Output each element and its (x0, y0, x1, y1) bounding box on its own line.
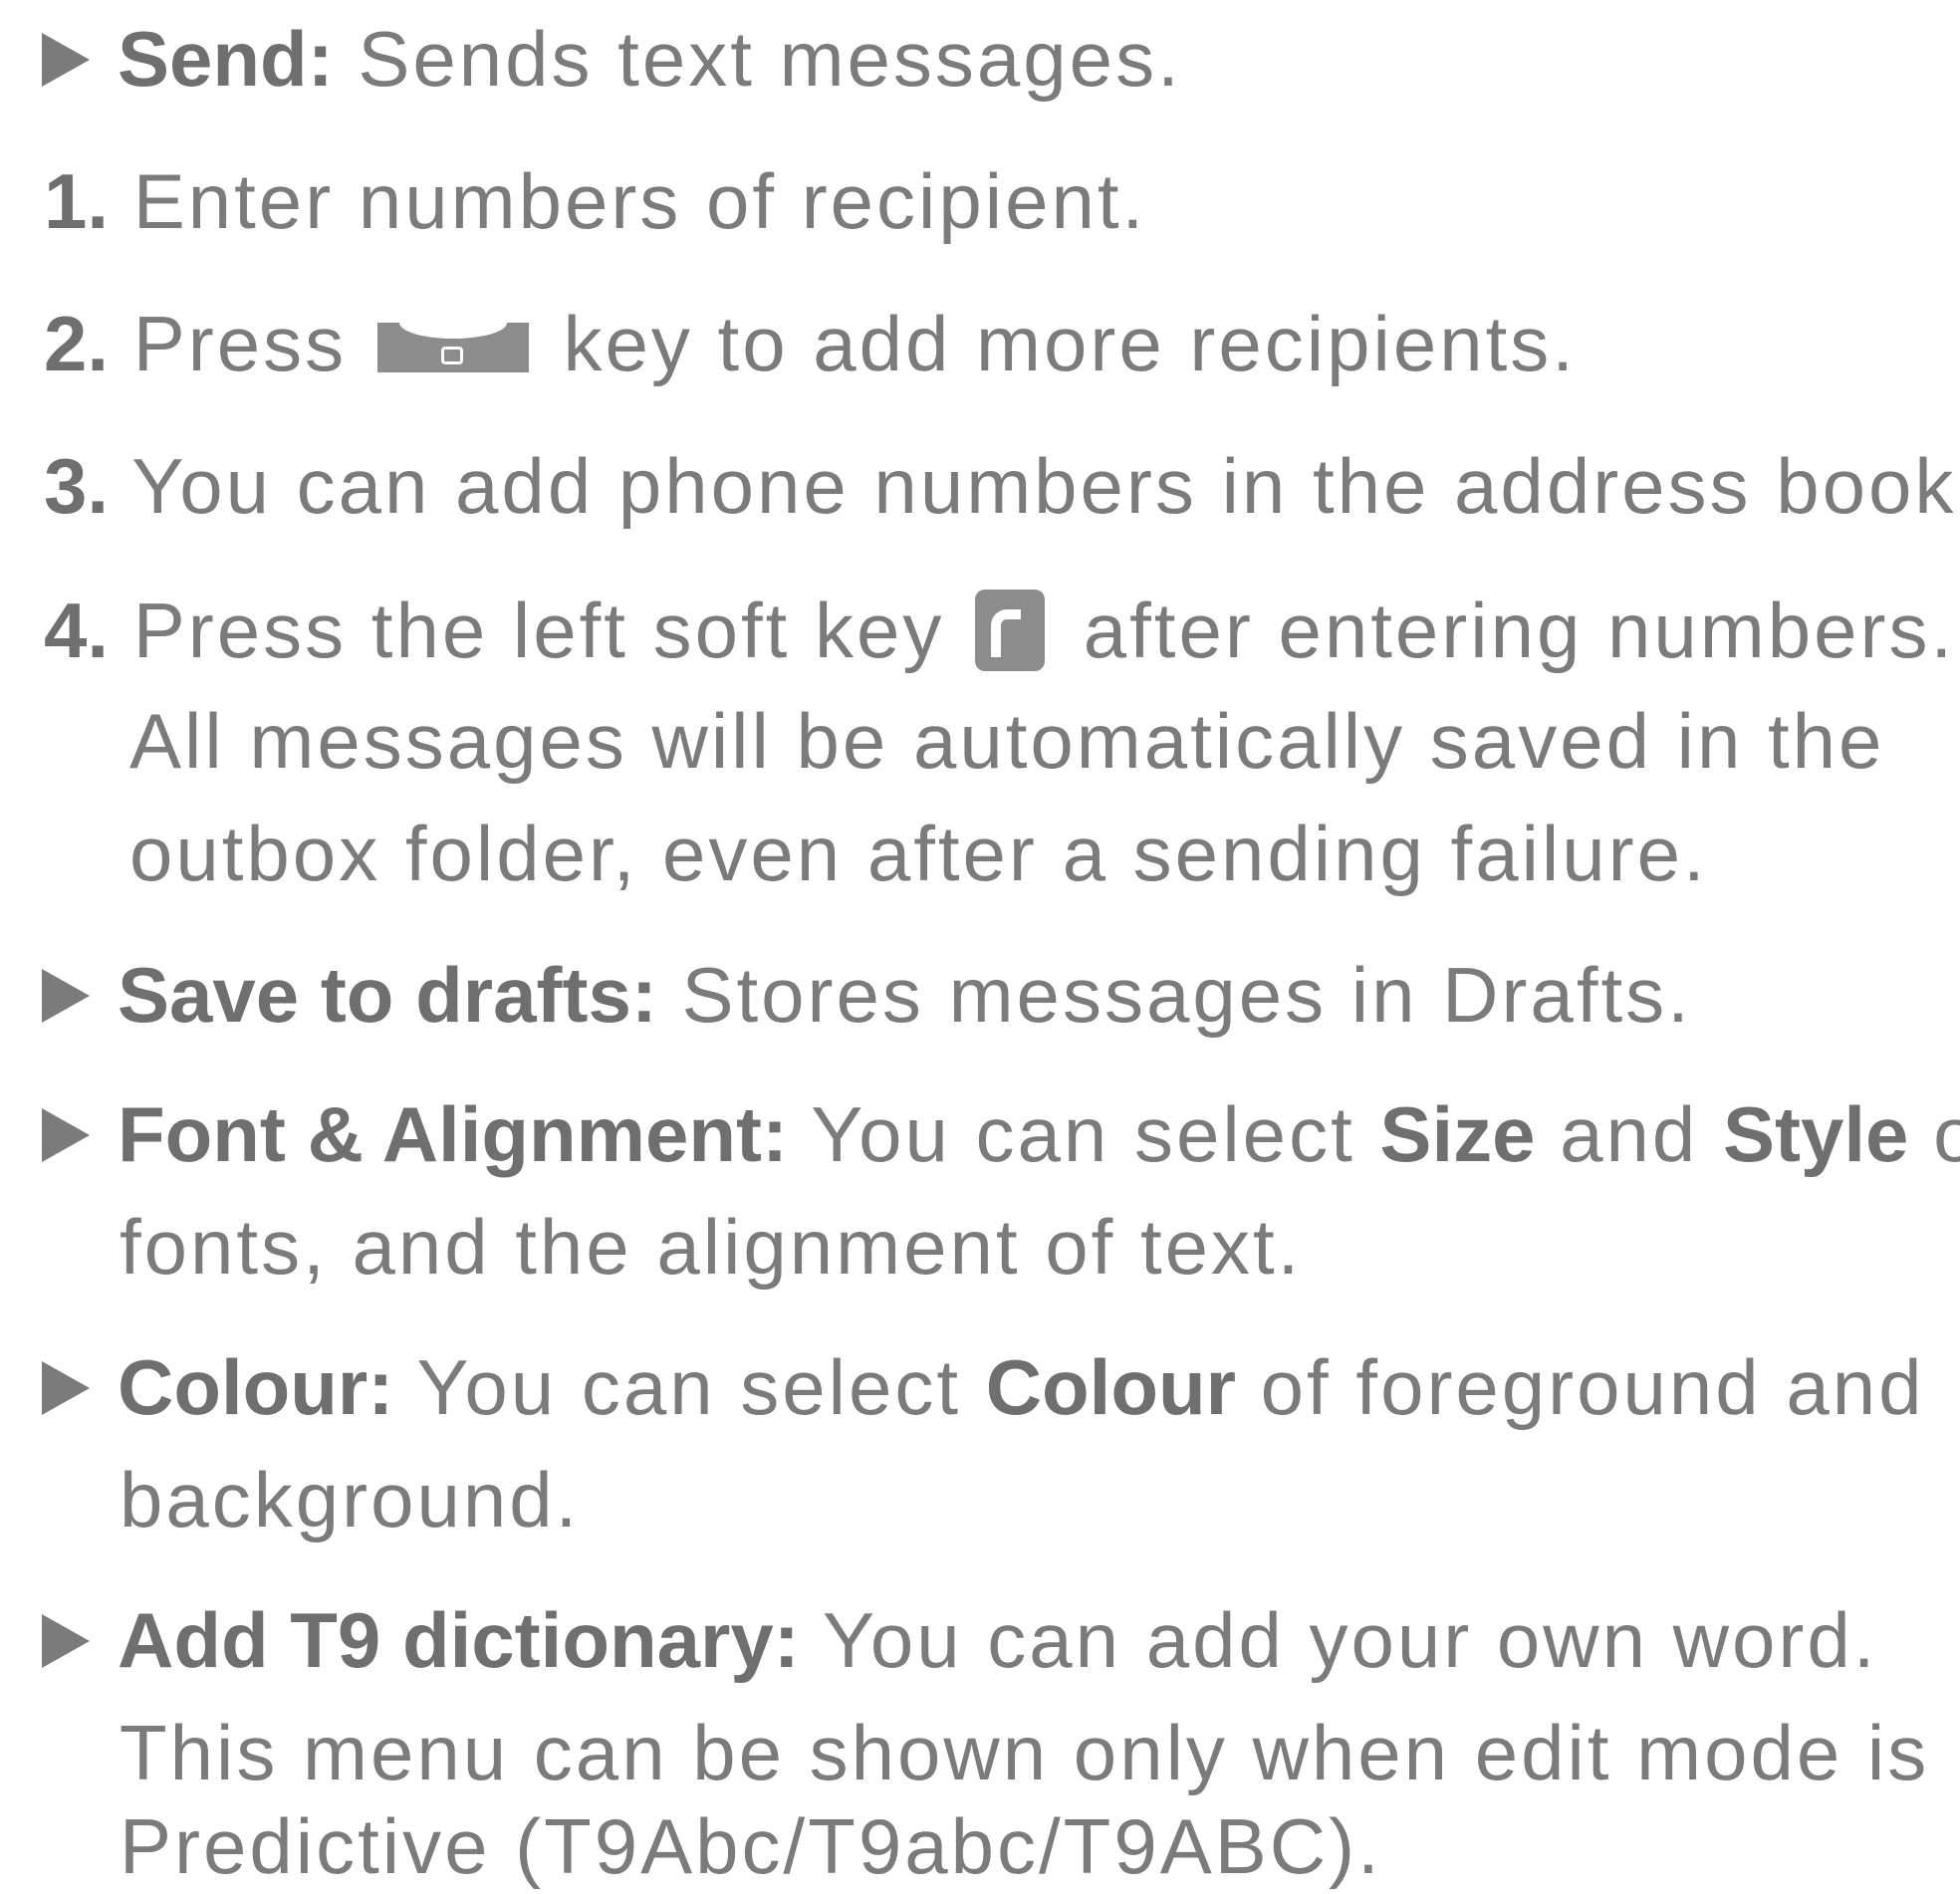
colour-bold-term: Colour (985, 1343, 1236, 1431)
send-item: Send: Sends text messages. (118, 20, 1182, 98)
font-item: Font & Alignment: You can select Size an… (118, 1095, 1960, 1173)
bullet-arrow-icon (42, 1614, 90, 1668)
t9-term: Add T9 dictionary: (118, 1596, 800, 1684)
font-desc: You can select (811, 1090, 1355, 1178)
step-number: 4. (44, 587, 110, 674)
t9-item-continuation: Predictive (T9Abc/T9abc/T9ABC). (120, 1802, 1382, 1890)
step-4-continuation: All messages will be automatically saved… (129, 697, 1885, 785)
send-end-key-icon (376, 313, 529, 372)
step-number: 1. (44, 157, 110, 245)
font-style-term: Style (1722, 1090, 1909, 1178)
step-3: 3. You can add phone numbers in the addr… (44, 447, 1960, 525)
bullet-arrow-icon (42, 969, 90, 1023)
colour-item-continuation: background. (120, 1456, 581, 1543)
t9-item-continuation: This menu can be shown only when edit mo… (120, 1709, 1930, 1796)
step-text-after: after entering numbers. (1083, 587, 1956, 674)
font-desc: of (1933, 1090, 1960, 1178)
step-text: Enter numbers of recipient. (132, 157, 1147, 245)
step-text-before: Press (132, 300, 348, 387)
font-item-continuation: fonts, and the alignment of text. (120, 1203, 1303, 1291)
left-soft-key-icon (975, 590, 1046, 671)
bullet-arrow-icon (42, 1361, 90, 1415)
font-term: Font & Alignment: (118, 1090, 788, 1178)
step-text: You can add phone numbers in the address… (131, 442, 1960, 530)
step-4: 4. Press the left soft key after enterin… (44, 590, 1955, 671)
bullet-arrow-icon (42, 1108, 90, 1162)
colour-item: Colour: You can select Colour of foregro… (118, 1348, 1924, 1426)
step-number: 3. (44, 442, 110, 530)
bullet-arrow-icon (42, 33, 90, 87)
drafts-desc: Stores messages in Drafts. (681, 951, 1692, 1039)
step-2: 2. Press key to add more recipients. (44, 305, 1577, 382)
drafts-term: Save to drafts: (118, 951, 657, 1039)
step-number: 2. (44, 300, 110, 387)
font-size-term: Size (1379, 1090, 1536, 1178)
send-desc: Sends text messages. (358, 15, 1182, 103)
send-term: Send: (118, 15, 334, 103)
drafts-item: Save to drafts: Stores messages in Draft… (118, 956, 1692, 1034)
colour-desc: of foreground and (1260, 1343, 1925, 1431)
step-4-continuation: outbox folder, even after a sending fail… (129, 810, 1708, 897)
font-desc: and (1560, 1090, 1699, 1178)
t9-desc: You can add your own word. (822, 1596, 1878, 1684)
step-text-before: Press the left soft key (132, 587, 945, 674)
step-1: 1. Enter numbers of recipient. (44, 162, 1146, 240)
colour-desc: You can select (416, 1343, 962, 1431)
step-text-after: key to add more recipients. (563, 300, 1577, 387)
t9-item: Add T9 dictionary: You can add your own … (118, 1601, 1877, 1679)
colour-term: Colour: (118, 1343, 394, 1431)
